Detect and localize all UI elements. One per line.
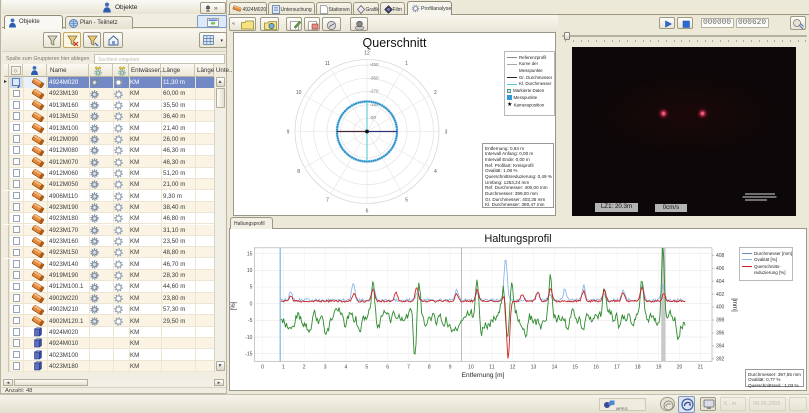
svg-text:17: 17 [614,364,620,370]
svg-text:19: 19 [656,364,662,370]
svg-text:10: 10 [247,268,253,274]
svg-text:9: 9 [287,129,290,135]
svg-text:8: 8 [297,169,300,175]
svg-text:10: 10 [468,364,474,370]
svg-text:21: 21 [698,364,704,370]
svg-text:-360: -360 [370,75,380,80]
svg-text:-5: -5 [248,318,253,324]
svg-text:7: 7 [407,364,410,370]
svg-text:9: 9 [449,364,452,370]
svg-text:16: 16 [593,364,599,370]
svg-text:-450: -450 [370,62,380,67]
svg-text:14: 14 [552,364,558,370]
svg-text:20: 20 [677,364,683,370]
svg-text:15: 15 [247,251,253,257]
svg-text:-10: -10 [245,335,252,341]
svg-text:3: 3 [445,129,448,135]
svg-text:11: 11 [489,364,494,370]
svg-text:12: 12 [510,364,516,370]
svg-text:-15: -15 [245,351,252,357]
svg-text:-270: -270 [370,89,380,94]
svg-text:2: 2 [303,364,306,370]
svg-text:[%]: [%] [231,301,237,310]
svg-text:1: 1 [405,61,408,67]
svg-text:5: 5 [365,364,368,370]
svg-text:Entfernung [m]: Entfernung [m] [462,372,505,379]
svg-text:6: 6 [386,364,389,370]
svg-text:406: 406 [716,266,725,272]
svg-text:408: 408 [716,253,725,259]
svg-text:10: 10 [296,90,302,96]
svg-text:1: 1 [282,364,285,370]
svg-text:5: 5 [405,198,408,204]
svg-text:-90: -90 [370,115,377,120]
svg-text:400: 400 [716,305,725,311]
svg-text:4: 4 [434,169,437,175]
svg-text:18: 18 [635,364,641,370]
svg-text:7: 7 [326,198,329,204]
svg-text:5: 5 [250,285,253,291]
svg-text:2: 2 [434,90,437,96]
svg-text:404: 404 [716,279,725,285]
svg-text:4: 4 [345,364,348,370]
svg-text:394: 394 [716,344,725,350]
svg-text:12: 12 [364,50,370,56]
svg-text:0: 0 [250,301,253,307]
svg-text:15: 15 [572,364,578,370]
svg-text:[mm]: [mm] [731,298,737,312]
svg-text:0: 0 [261,364,264,370]
svg-text:8: 8 [428,364,431,370]
svg-text:398: 398 [716,318,725,324]
svg-text:392: 392 [716,357,725,363]
svg-text:13: 13 [531,364,537,370]
svg-text:402: 402 [716,292,725,298]
svg-text:6: 6 [366,208,369,214]
svg-text:3: 3 [324,364,327,370]
svg-text:396: 396 [716,331,725,337]
svg-text:11: 11 [325,61,330,67]
